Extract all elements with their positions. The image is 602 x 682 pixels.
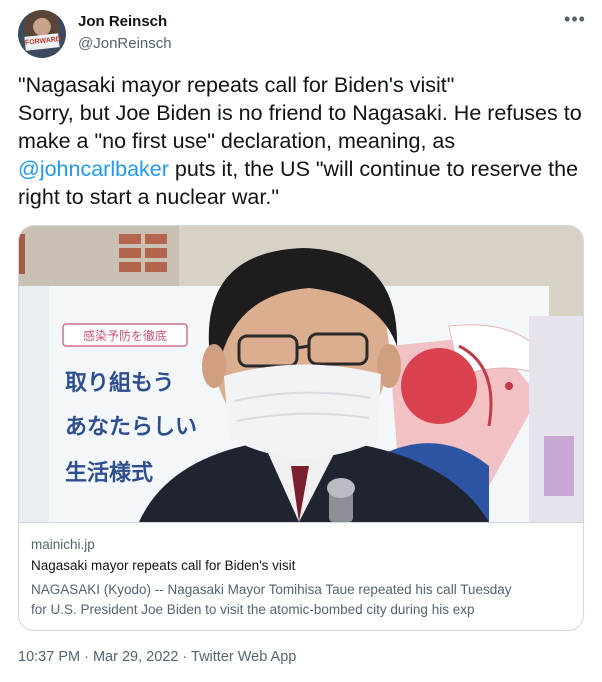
avatar-sign-text: FORWARD bbox=[24, 33, 61, 51]
poster-text-2: 取り組もう bbox=[65, 370, 174, 396]
card-description-line: NAGASAKI (Kyodo) -- Nagasaki Mayor Tomih… bbox=[31, 582, 512, 597]
author-avatar[interactable]: FORWARD bbox=[18, 10, 66, 58]
more-horizontal-icon: ••• bbox=[564, 9, 586, 29]
poster-text-3: あなたらしい bbox=[65, 415, 197, 440]
mention-link[interactable]: @johncarlbaker bbox=[18, 157, 169, 181]
tweet-quote-line: "Nagasaki mayor repeats call for Biden's… bbox=[18, 73, 455, 97]
tweet-text: "Nagasaki mayor repeats call for Biden's… bbox=[18, 71, 588, 211]
link-preview-card[interactable]: 感染予防を徹底 取り組もう あなたらしい 生活様式 mainichi.jp Na… bbox=[18, 225, 584, 631]
more-options-button[interactable]: ••• bbox=[560, 9, 590, 32]
card-description: NAGASAKI (Kyodo) -- Nagasaki Mayor Tomih… bbox=[31, 580, 576, 620]
card-domain: mainichi.jp bbox=[31, 537, 95, 552]
card-description-line: for U.S. President Joe Biden to visit th… bbox=[31, 602, 475, 617]
article-photo: 感染予防を徹底 取り組もう あなたらしい 生活様式 bbox=[19, 226, 583, 522]
tweet-body-part1: Sorry, but Joe Biden is no friend to Nag… bbox=[18, 101, 582, 153]
poster-text-1: 感染予防を徹底 bbox=[83, 328, 167, 343]
author-name[interactable]: Jon Reinsch bbox=[78, 13, 167, 30]
poster-text-4: 生活様式 bbox=[65, 460, 153, 486]
card-meta: mainichi.jp Nagasaki mayor repeats call … bbox=[19, 522, 583, 630]
author-handle[interactable]: @JonReinsch bbox=[78, 35, 172, 52]
tweet-timestamp[interactable]: 10:37 PM · Mar 29, 2022 · Twitter Web Ap… bbox=[18, 649, 296, 665]
card-title: Nagasaki mayor repeats call for Biden's … bbox=[31, 558, 296, 573]
